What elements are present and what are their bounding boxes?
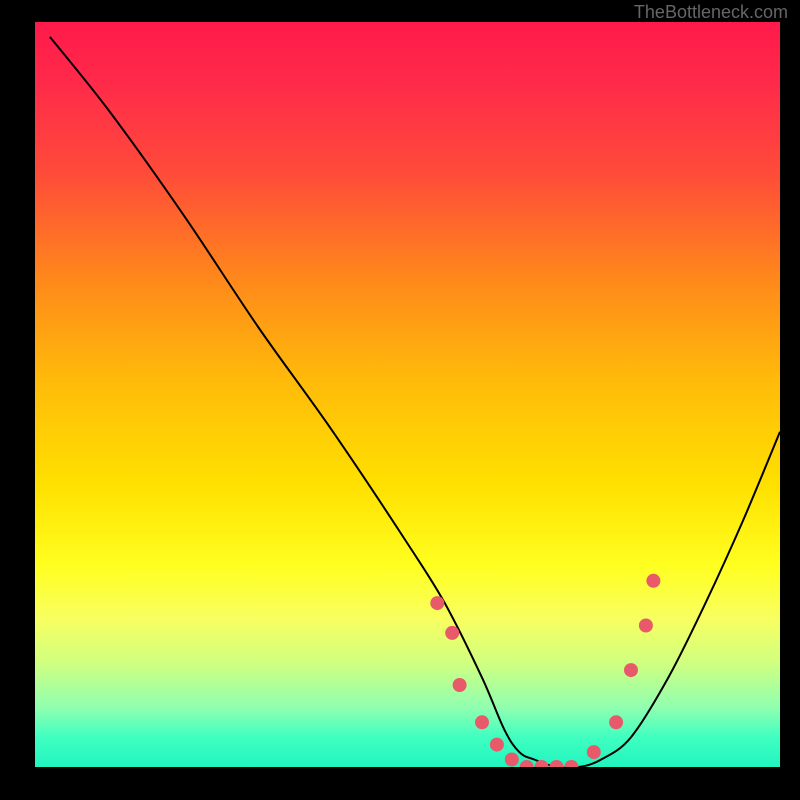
scatter-dot bbox=[490, 738, 504, 752]
scatter-dot bbox=[587, 745, 601, 759]
scatter-dot bbox=[430, 596, 444, 610]
scatter-dot bbox=[550, 760, 564, 767]
chart-plot-area bbox=[35, 22, 780, 767]
scatter-dot bbox=[639, 619, 653, 633]
scatter-dot bbox=[609, 715, 623, 729]
curve-line bbox=[50, 37, 780, 767]
chart-svg bbox=[35, 22, 780, 767]
scatter-dot bbox=[445, 626, 459, 640]
scatter-dot bbox=[505, 753, 519, 767]
scatter-dot bbox=[646, 574, 660, 588]
scatter-dot bbox=[564, 760, 578, 767]
scatter-dot bbox=[475, 715, 489, 729]
scatter-dot bbox=[624, 663, 638, 677]
scatter-dot bbox=[453, 678, 467, 692]
scatter-dots bbox=[430, 574, 660, 767]
scatter-dot bbox=[520, 760, 534, 767]
watermark-text: TheBottleneck.com bbox=[634, 2, 788, 23]
